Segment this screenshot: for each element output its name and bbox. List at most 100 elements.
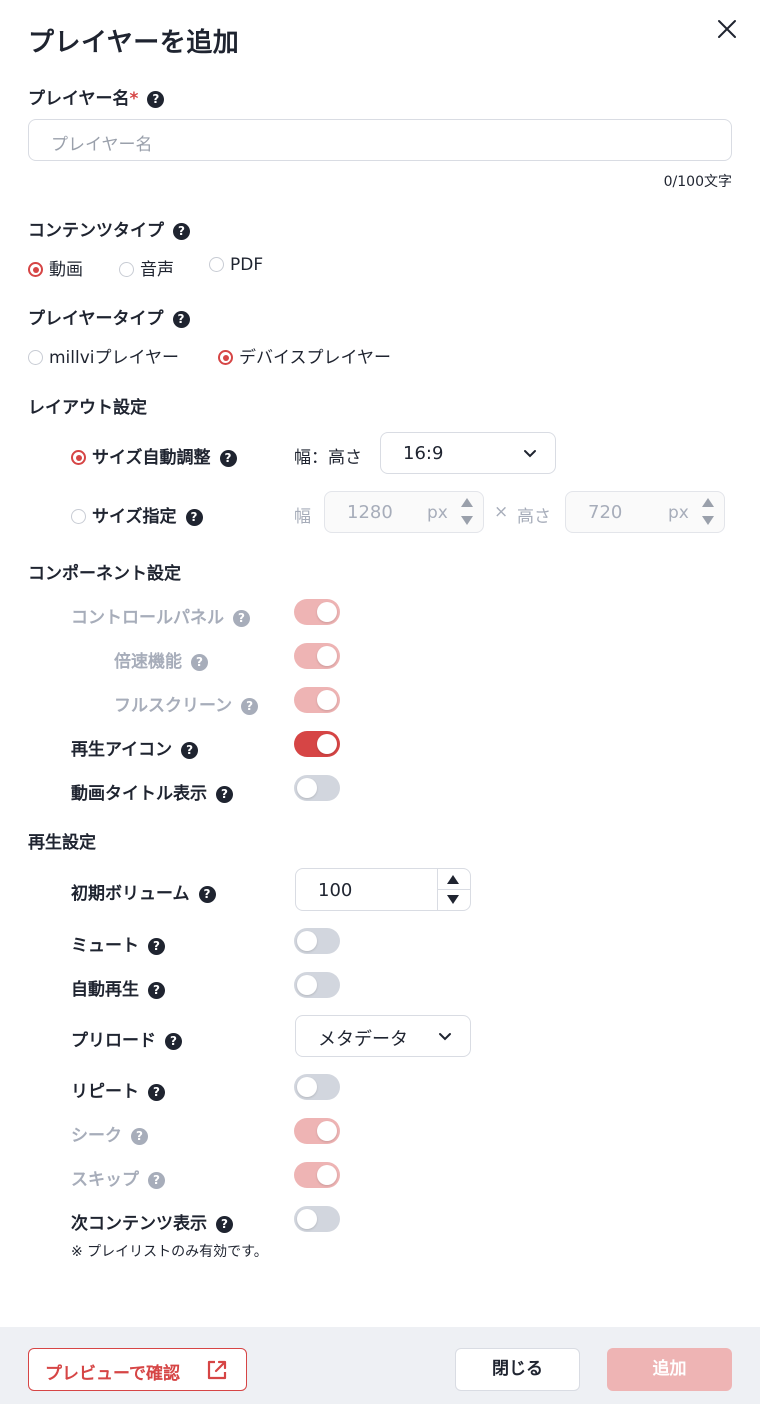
help-icon[interactable]: ? bbox=[165, 1033, 182, 1050]
radio-size-auto[interactable]: サイズ自動調整? bbox=[71, 443, 237, 468]
radio-label: millviプレイヤー bbox=[49, 348, 180, 368]
play-icon-row: 再生アイコン? bbox=[71, 735, 199, 760]
toggle-knob bbox=[297, 1077, 317, 1097]
help-icon[interactable]: ? bbox=[181, 742, 199, 759]
toggle-knob bbox=[317, 1165, 337, 1185]
fullscreen-label: フルスクリーン bbox=[114, 696, 233, 716]
content-type-label-row: コンテンツタイプ? bbox=[28, 216, 190, 241]
toggle-knob bbox=[297, 1209, 317, 1229]
control-panel-label: コントロールパネル bbox=[71, 608, 224, 628]
autoplay-row: 自動再生? bbox=[71, 975, 165, 1000]
help-icon[interactable]: ? bbox=[173, 223, 190, 240]
radio-player-millvi[interactable]: millviプレイヤー bbox=[28, 343, 179, 368]
width-stepper[interactable] bbox=[461, 496, 475, 525]
preload-label: プリロード bbox=[71, 1031, 156, 1051]
preload-row: プリロード? bbox=[71, 1026, 182, 1051]
help-icon[interactable]: ? bbox=[148, 982, 165, 999]
add-button[interactable]: 追加 bbox=[607, 1348, 732, 1391]
help-icon[interactable]: ? bbox=[241, 698, 259, 715]
control-panel-toggle[interactable] bbox=[294, 599, 340, 625]
radio-player-device[interactable]: デバイスプレイヤー bbox=[218, 343, 391, 368]
player-name-placeholder: プレイヤー名 bbox=[51, 135, 153, 155]
width-input[interactable]: 1280 px bbox=[324, 491, 484, 533]
initial-volume-label: 初期ボリューム bbox=[71, 884, 190, 904]
radio-empty-icon bbox=[28, 350, 43, 365]
arrow-down-icon[interactable] bbox=[461, 516, 473, 525]
radio-selected-icon bbox=[218, 350, 233, 365]
toggle-knob bbox=[317, 690, 337, 710]
arrow-down-icon[interactable] bbox=[447, 895, 459, 904]
help-icon[interactable]: ? bbox=[147, 91, 165, 108]
preview-label: プレビューで確認 bbox=[45, 1364, 180, 1384]
player-type-label-row: プレイヤータイプ? bbox=[28, 304, 190, 329]
close-icon[interactable] bbox=[716, 18, 738, 40]
video-title-toggle[interactable] bbox=[294, 775, 340, 801]
ratio-value: 16:9 bbox=[403, 443, 444, 464]
radio-label: デバイスプレイヤー bbox=[239, 348, 391, 368]
help-icon[interactable]: ? bbox=[148, 1172, 165, 1189]
play-icon-toggle[interactable] bbox=[294, 731, 340, 757]
help-icon[interactable]: ? bbox=[216, 1216, 233, 1233]
size-manual-label: サイズ指定 bbox=[92, 507, 177, 527]
height-unit: px bbox=[668, 503, 689, 523]
radio-size-manual[interactable]: サイズ指定? bbox=[71, 502, 203, 527]
preview-button[interactable]: プレビューで確認 bbox=[28, 1348, 247, 1391]
playlist-note: ※ プレイリストのみ有効です。 bbox=[71, 1244, 268, 1260]
next-content-toggle[interactable] bbox=[294, 1206, 340, 1232]
toggle-knob bbox=[297, 975, 317, 995]
ratio-label: 幅：高さ bbox=[294, 448, 362, 468]
help-icon[interactable]: ? bbox=[198, 886, 216, 903]
help-icon[interactable]: ? bbox=[185, 509, 203, 526]
speed-toggle[interactable] bbox=[294, 643, 340, 669]
dialog-title: プレイヤーを追加 bbox=[28, 28, 240, 58]
arrow-up-icon[interactable] bbox=[702, 498, 714, 507]
help-icon[interactable]: ? bbox=[131, 1128, 148, 1145]
fullscreen-toggle[interactable] bbox=[294, 687, 340, 713]
width-value: 1280 bbox=[347, 502, 393, 523]
play-icon-label: 再生アイコン bbox=[71, 740, 173, 760]
fullscreen-row: フルスクリーン? bbox=[114, 691, 259, 716]
autoplay-toggle[interactable] bbox=[294, 972, 340, 998]
skip-toggle[interactable] bbox=[294, 1162, 340, 1188]
size-auto-label: サイズ自動調整 bbox=[92, 448, 211, 468]
help-icon[interactable]: ? bbox=[148, 1084, 165, 1101]
help-icon[interactable]: ? bbox=[233, 610, 250, 627]
required-mark: * bbox=[129, 89, 139, 109]
radio-content-pdf[interactable]: PDF bbox=[209, 255, 263, 275]
help-icon[interactable]: ? bbox=[219, 450, 237, 467]
seek-label: シーク bbox=[71, 1126, 122, 1146]
char-counter: 0/100文字 bbox=[663, 174, 732, 190]
arrow-down-icon[interactable] bbox=[702, 516, 714, 525]
arrow-up-icon[interactable] bbox=[447, 875, 459, 884]
height-input[interactable]: 720 px bbox=[565, 491, 725, 533]
radio-content-video[interactable]: 動画 bbox=[28, 255, 83, 280]
radio-content-audio[interactable]: 音声 bbox=[119, 255, 174, 280]
arrow-up-icon[interactable] bbox=[461, 498, 473, 507]
ratio-select[interactable]: 16:9 bbox=[380, 432, 556, 474]
volume-input[interactable]: 100 bbox=[295, 868, 471, 911]
preload-value: メタデータ bbox=[318, 1029, 408, 1050]
close-button[interactable]: 閉じる bbox=[455, 1348, 580, 1391]
mute-label: ミュート bbox=[71, 936, 139, 956]
seek-toggle[interactable] bbox=[294, 1118, 340, 1144]
mute-toggle[interactable] bbox=[294, 928, 340, 954]
radio-empty-icon bbox=[119, 262, 134, 277]
height-label: 高さ bbox=[517, 507, 551, 527]
help-icon[interactable]: ? bbox=[172, 311, 190, 328]
repeat-toggle[interactable] bbox=[294, 1074, 340, 1100]
radio-empty-icon bbox=[71, 509, 86, 524]
help-icon[interactable]: ? bbox=[148, 938, 165, 955]
player-name-field[interactable]: プレイヤー名 bbox=[28, 119, 732, 161]
help-icon[interactable]: ? bbox=[216, 786, 233, 803]
toggle-knob bbox=[317, 646, 337, 666]
height-stepper[interactable] bbox=[702, 496, 716, 525]
toggle-knob bbox=[297, 931, 317, 951]
layout-section-title: レイアウト設定 bbox=[28, 398, 147, 418]
height-value: 720 bbox=[588, 502, 623, 523]
help-icon[interactable]: ? bbox=[191, 654, 208, 671]
width-label: 幅 bbox=[294, 507, 311, 527]
playback-section-title: 再生設定 bbox=[28, 833, 96, 853]
preload-select[interactable]: メタデータ bbox=[295, 1015, 471, 1057]
content-type-label: コンテンツタイプ bbox=[28, 221, 164, 241]
seek-row: シーク? bbox=[71, 1121, 148, 1146]
